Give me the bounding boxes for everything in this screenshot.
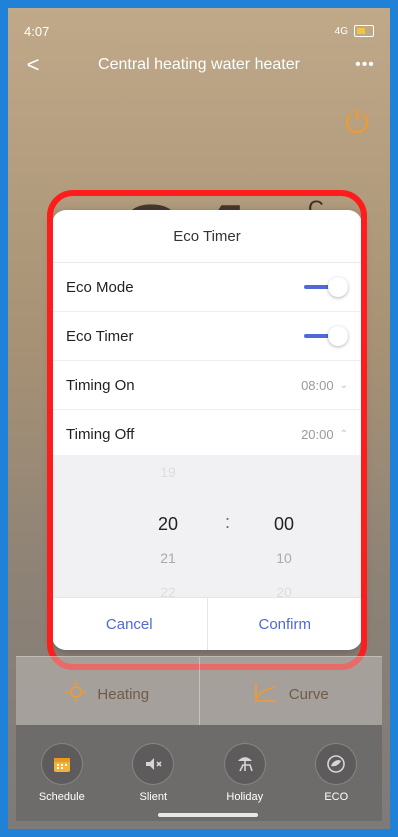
beach-chair-icon bbox=[223, 743, 266, 785]
timing-off-value-group: 20:00 ⌃ bbox=[301, 427, 348, 442]
minute-option-selected[interactable]: 00 bbox=[244, 507, 324, 541]
timing-off-label: Timing Off bbox=[66, 425, 135, 443]
holiday-button[interactable]: Holiday bbox=[203, 743, 287, 803]
chevron-down-icon: ⌄ bbox=[339, 379, 348, 391]
row-timing-on[interactable]: Timing On 08:00 ⌄ bbox=[52, 361, 362, 410]
time-picker[interactable]: 19 20 21 22 : 00 10 20 bbox=[52, 455, 362, 600]
schedule-label: Schedule bbox=[38, 791, 85, 803]
eco-timer-label: Eco Timer bbox=[66, 327, 134, 345]
timing-on-value-group: 08:00 ⌄ bbox=[301, 378, 348, 393]
sun-icon bbox=[65, 681, 87, 707]
minute-option[interactable]: 10 bbox=[244, 541, 324, 575]
mute-icon bbox=[132, 743, 175, 785]
curve-icon bbox=[253, 681, 279, 707]
mode-heating-label: Heating bbox=[97, 685, 150, 703]
row-eco-mode: Eco Mode bbox=[52, 263, 362, 312]
screenshot-frame: 4:07 4G < Central heating water heater •… bbox=[0, 0, 398, 837]
row-timing-off[interactable]: Timing Off 20:00 ⌃ bbox=[52, 410, 362, 459]
eco-timer-toggle[interactable] bbox=[304, 325, 348, 347]
calendar-icon bbox=[40, 743, 83, 785]
timing-on-value: 08:00 bbox=[301, 377, 334, 393]
more-button[interactable]: ••• bbox=[350, 56, 380, 74]
home-indicator bbox=[158, 813, 258, 817]
page-title: Central heating water heater bbox=[98, 56, 300, 73]
minute-option-placeholder bbox=[244, 455, 324, 489]
signal-indicator: 4G bbox=[334, 25, 348, 37]
minute-wheel[interactable]: 00 10 20 bbox=[244, 455, 324, 600]
status-bar: 4:07 4G bbox=[24, 22, 374, 40]
battery-icon bbox=[354, 25, 374, 37]
eco-button[interactable]: ECO bbox=[294, 743, 378, 803]
status-right: 4G bbox=[335, 25, 374, 37]
schedule-button[interactable]: Schedule bbox=[20, 743, 104, 803]
chevron-up-icon: ⌃ bbox=[339, 428, 348, 440]
hour-wheel[interactable]: 19 20 21 22 bbox=[128, 455, 208, 600]
hour-option[interactable]: 19 bbox=[128, 455, 208, 489]
silent-label: Slient bbox=[139, 791, 168, 803]
mode-heating[interactable]: Heating bbox=[16, 657, 199, 731]
hour-option-selected[interactable]: 20 bbox=[128, 507, 208, 541]
mode-curve-label: Curve bbox=[288, 685, 329, 703]
mode-curve[interactable]: Curve bbox=[198, 657, 383, 731]
eco-mode-label: Eco Mode bbox=[66, 278, 134, 296]
top-nav: < Central heating water heater ••• bbox=[18, 50, 380, 80]
dialog-actions: Cancel Confirm bbox=[52, 597, 362, 650]
timing-off-value: 20:00 bbox=[301, 426, 334, 442]
silent-button[interactable]: Slient bbox=[111, 743, 195, 803]
time-separator: : bbox=[225, 512, 231, 532]
eco-leaf-icon bbox=[315, 743, 358, 785]
power-icon[interactable] bbox=[342, 106, 372, 136]
confirm-button[interactable]: Confirm bbox=[206, 598, 363, 650]
bottom-toolbar: Schedule Slient Holiday ECO bbox=[16, 725, 382, 821]
timing-on-label: Timing On bbox=[66, 376, 135, 394]
holiday-label: Holiday bbox=[226, 791, 264, 803]
mode-bar: Heating Curve bbox=[16, 656, 382, 731]
eco-label: ECO bbox=[324, 791, 349, 803]
status-time: 4:07 bbox=[24, 23, 50, 39]
row-eco-timer: Eco Timer bbox=[52, 312, 362, 361]
dialog-title: Eco Timer bbox=[52, 210, 362, 263]
cancel-button[interactable]: Cancel bbox=[52, 598, 207, 650]
hour-option[interactable]: 21 bbox=[128, 541, 208, 575]
back-button[interactable]: < bbox=[18, 52, 48, 78]
eco-mode-toggle[interactable] bbox=[304, 276, 348, 298]
eco-timer-dialog: Eco Timer Eco Mode Eco Timer Timing On 0… bbox=[52, 210, 362, 650]
